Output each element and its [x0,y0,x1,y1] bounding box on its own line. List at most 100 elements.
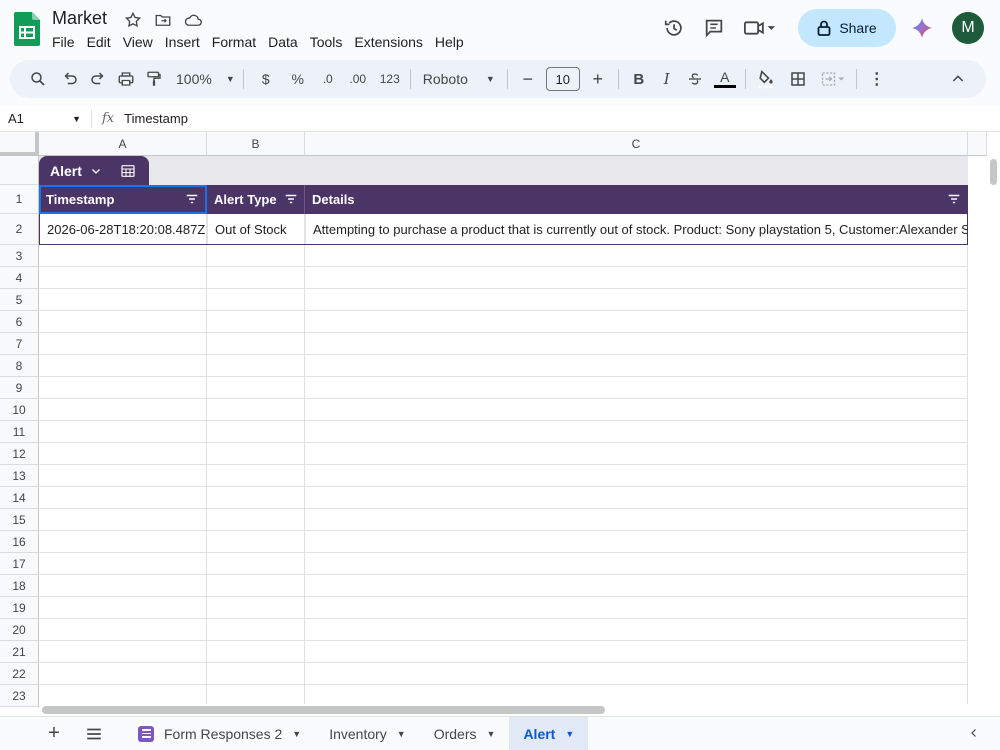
name-box[interactable]: A1 ▼ [0,109,92,128]
increase-font-size-icon[interactable]: + [584,65,612,93]
row-header[interactable]: 1 [0,185,39,214]
menu-format[interactable]: Format [206,33,262,51]
sheet-tab-dropdown-icon[interactable]: ▼ [292,729,301,739]
row-header[interactable]: 7 [0,333,39,355]
row-header[interactable]: 4 [0,267,39,289]
share-button[interactable]: Share [798,9,896,47]
column-header-a[interactable]: A [39,132,207,156]
all-sheets-icon[interactable] [76,727,112,741]
vertical-scrollbar[interactable] [987,156,1000,716]
row-header[interactable]: 2 [0,214,39,245]
select-all-corner[interactable] [0,132,39,156]
print-icon[interactable] [112,65,140,93]
column-header-b[interactable]: B [207,132,305,156]
menu-tools[interactable]: Tools [304,33,349,51]
row-header[interactable]: 6 [0,311,39,333]
column-header-d[interactable] [968,132,987,156]
row-header[interactable]: 12 [0,443,39,465]
italic-button[interactable]: I [653,65,681,93]
zoom-select[interactable]: 100% ▼ [174,65,237,93]
table-name-chip[interactable]: Alert [39,156,149,185]
vertical-scroll-thumb[interactable] [990,159,997,185]
row-header[interactable]: 16 [0,531,39,553]
header-details[interactable]: Details [305,185,968,214]
cell-a2[interactable]: 2026-06-28T18:20:08.487Z [40,214,207,244]
table-view-icon[interactable] [120,163,136,179]
move-folder-icon[interactable] [153,10,173,30]
sheet-tab-dropdown-icon[interactable]: ▼ [487,729,496,739]
account-avatar[interactable]: M [952,12,984,44]
version-history-icon[interactable] [654,9,694,47]
menu-edit[interactable]: Edit [81,33,117,51]
fill-color-icon[interactable] [752,65,780,93]
formula-input[interactable]: Timestamp [124,111,188,126]
collapse-menus-icon[interactable] [944,65,972,93]
strikethrough-icon[interactable] [681,65,709,93]
menu-file[interactable]: File [52,33,81,51]
bold-button[interactable]: B [625,65,653,93]
filter-icon[interactable] [947,192,961,206]
document-title[interactable]: Market [52,8,107,29]
row-header[interactable]: 13 [0,465,39,487]
font-size-input[interactable]: 10 [545,67,580,91]
header-timestamp[interactable]: Timestamp [39,185,207,214]
column-header-c[interactable]: C [305,132,968,156]
more-formats-button[interactable]: 123 [376,65,404,93]
redo-icon[interactable] [84,65,112,93]
sheet-tab-form-responses-2[interactable]: Form Responses 2 ▼ [124,717,315,750]
more-options-icon[interactable]: ⋮ [863,65,891,93]
row-header[interactable]: 15 [0,509,39,531]
sheet-tab-dropdown-icon[interactable]: ▼ [565,729,574,739]
paint-format-icon[interactable] [140,65,168,93]
filter-icon[interactable] [185,192,199,206]
sheet-grid[interactable]: A B C 1 2 3 4 5 6 7 8 9 10 11 12 13 14 15 16 17 18 19 20 21 2… [0,132,1000,716]
row-header[interactable]: 10 [0,399,39,421]
row-header[interactable]: 14 [0,487,39,509]
font-family-select[interactable]: Roboto ▼ [417,65,501,93]
row-header[interactable]: 18 [0,575,39,597]
row-header[interactable]: 20 [0,619,39,641]
cloud-saved-icon[interactable] [183,10,203,30]
row-header[interactable]: 9 [0,377,39,399]
row-header[interactable]: 5 [0,289,39,311]
meet-video-icon[interactable] [734,9,786,47]
undo-icon[interactable] [56,65,84,93]
menu-help[interactable]: Help [429,33,470,51]
sheet-tab-inventory[interactable]: Inventory ▼ [315,717,420,750]
menu-insert[interactable]: Insert [159,33,206,51]
format-percent-button[interactable]: % [284,65,312,93]
add-sheet-icon[interactable]: + [36,722,72,745]
row-header[interactable]: 19 [0,597,39,619]
cell-c2[interactable]: Attempting to purchase a product that is… [305,214,967,244]
gemini-sparkle-icon[interactable] [902,9,942,47]
row-header[interactable]: 22 [0,663,39,685]
sheet-tab-alert[interactable]: Alert ▼ [509,716,589,750]
text-color-button[interactable]: A [711,65,739,93]
sheet-tab-dropdown-icon[interactable]: ▼ [397,729,406,739]
collapse-sidebar-icon[interactable] [968,726,980,742]
menu-data[interactable]: Data [262,33,304,51]
horizontal-scroll-thumb[interactable] [42,706,605,714]
cell-b2[interactable]: Out of Stock [207,214,305,244]
sheets-logo-icon[interactable] [14,12,40,46]
filter-icon[interactable] [284,192,298,206]
decrease-decimal-button[interactable]: .0 [314,65,342,93]
decrease-font-size-icon[interactable]: − [514,65,542,93]
menu-extensions[interactable]: Extensions [348,33,428,51]
row-header[interactable]: 8 [0,355,39,377]
increase-decimal-button[interactable]: .00 [344,65,372,93]
row-header[interactable]: 17 [0,553,39,575]
row-header[interactable]: 11 [0,421,39,443]
sheet-tab-orders[interactable]: Orders ▼ [420,717,510,750]
borders-icon[interactable] [784,65,812,93]
row-header[interactable]: 21 [0,641,39,663]
search-menus-icon[interactable] [24,65,52,93]
star-icon[interactable] [123,10,143,30]
comments-icon[interactable] [694,9,734,47]
horizontal-scrollbar[interactable] [40,704,987,716]
merge-cells-icon[interactable] [816,65,850,93]
row-header[interactable]: 3 [0,245,39,267]
row-header[interactable]: 23 [0,685,39,707]
format-currency-button[interactable]: $ [252,65,280,93]
menu-view[interactable]: View [117,33,159,51]
